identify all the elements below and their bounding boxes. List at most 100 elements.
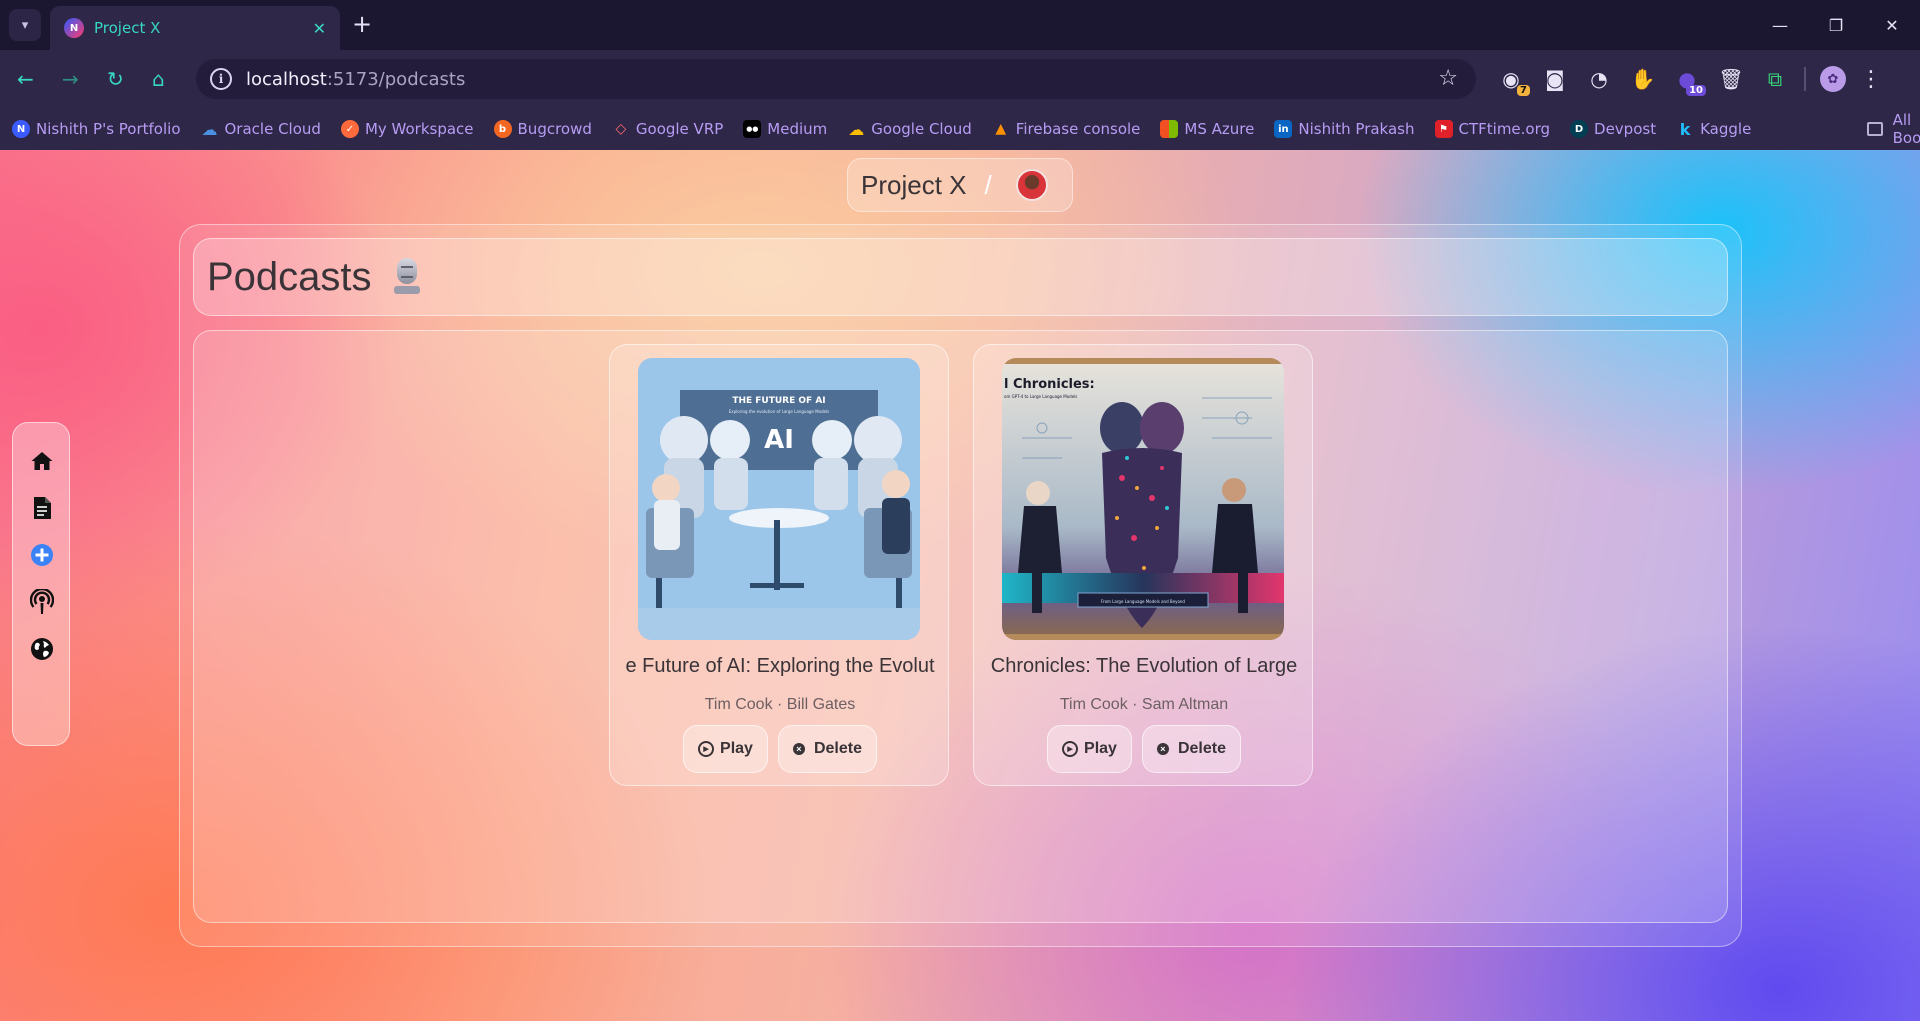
close-window-button[interactable]: ✕ [1864,0,1920,50]
puzzle-icon[interactable]: ⧉ [1760,62,1790,96]
bookmark-item[interactable]: b Bugcrowd [493,120,592,138]
forward-button[interactable]: → [62,67,79,91]
close-circle-icon: × [792,743,805,755]
podcast-actions: ▶ Play × Delete [974,725,1312,773]
delete-button[interactable]: × Delete [1141,725,1241,773]
tab-favicon-icon: N [64,18,84,38]
play-button[interactable]: ▶ Play [1047,725,1132,773]
devpost-icon: D [1570,120,1589,138]
bookmark-label: Oracle Cloud [224,120,321,138]
document-icon [34,497,51,519]
speedometer-icon[interactable]: ◔ [1584,62,1614,96]
bookmark-item[interactable]: ◇ Google VRP [612,120,724,138]
window-controls: — ❐ ✕ [1752,0,1920,50]
delete-label: Delete [1177,740,1226,757]
play-icon: ▶ [1062,741,1079,757]
bookmark-star-icon[interactable]: ☆ [1438,66,1458,91]
play-label: Play [1084,740,1117,757]
browser-tab[interactable]: N Project X ✕ [50,6,340,50]
bookmark-label: Google Cloud [871,120,972,138]
podcast-title: e Future of AI: Exploring the Evolut [610,655,948,678]
sidebar-item-podcasts[interactable] [13,582,71,622]
new-tab-button[interactable]: + [352,10,372,38]
bookmark-label: Nishith P's Portfolio [36,120,181,138]
sidebar-nav [12,422,70,746]
bookmark-item[interactable]: ✓ My Workspace [340,120,474,138]
close-circle-icon: × [1156,743,1169,755]
bookmark-item[interactable]: N Nishith P's Portfolio [12,120,181,138]
google-vrp-icon: ◇ [615,121,627,137]
reload-button[interactable]: ↻ [107,67,124,91]
browser-menu-icon[interactable]: ⋮ [1860,67,1882,92]
trash-icon[interactable]: 🗑 [1716,62,1746,96]
browser-tab-bar: ▾ N Project X ✕ + — ❐ ✕ [0,0,1920,50]
bookmark-label: Firebase console [1015,120,1141,138]
extension-clock-icon[interactable]: ◉ 7 [1496,62,1530,96]
tab-close-icon[interactable]: ✕ [313,19,326,38]
breadcrumb-separator: / [984,169,992,200]
page-title: Podcasts [207,254,372,299]
cover-subtitle-text: om GPT-4 to Large Language Models [1004,394,1077,399]
sidebar-item-home[interactable] [13,441,71,481]
extension-badge: 10 [1686,85,1706,96]
url-host: localhost [246,68,327,90]
all-bookmarks-label: All Bookmarks [1892,111,1920,147]
bookmark-label: Medium [767,120,828,138]
home-button[interactable]: ⌂ [152,67,165,91]
site-info-icon[interactable]: i [210,68,232,90]
extension-purple-icon[interactable]: ● 10 [1672,62,1706,96]
cover-title-text: THE FUTURE OF AI [732,396,825,406]
add-circle-icon [31,544,53,566]
user-avatar[interactable] [1015,169,1048,201]
all-bookmarks-button[interactable]: All Bookmarks [1867,111,1920,147]
bookmark-item[interactable]: in Nishith Prakash [1274,120,1415,138]
address-bar[interactable]: i localhost:5173/podcasts ☆ [196,59,1476,99]
bookmark-item[interactable]: ▲ Firebase console [992,120,1141,138]
bookmark-label: Kaggle [1700,120,1752,138]
podcast-cover-image[interactable]: THE FUTURE OF AI Exploring the evolution… [638,358,920,640]
portfolio-icon: N [12,120,30,138]
bookmark-item[interactable]: ☁ Oracle Cloud [201,120,321,139]
bookmark-item[interactable]: k Kaggle [1676,119,1752,139]
cover-subtitle-text: Exploring the evolution of Large Languag… [729,409,830,414]
page-header: Podcasts [193,238,1728,316]
main-panel: Podcasts THE FUTURE OF AI Exploring the … [179,224,1742,947]
ctftime-icon: ⚑ [1434,120,1453,138]
sidebar-item-documents[interactable] [13,488,71,528]
workspace-icon: ✓ [340,120,359,138]
bookmark-item[interactable]: ⚑ CTFtime.org [1434,120,1551,138]
podcast-cover-image[interactable]: l Chronicles: om GPT-4 to Large Language… [1002,358,1284,640]
podcast-icon [30,589,54,614]
globe-icon [31,638,53,660]
minimize-button[interactable]: — [1752,0,1808,50]
podcast-card: THE FUTURE OF AI Exploring the evolution… [609,344,949,786]
back-button[interactable]: ← [17,67,34,91]
bookmark-item[interactable]: ☁ Google Cloud [847,120,972,139]
bookmark-label: Bugcrowd [517,120,592,138]
play-label: Play [720,740,753,757]
play-button[interactable]: ▶ Play [683,725,768,773]
toolbar-divider [1804,67,1806,91]
camera-icon[interactable]: ◙ [1540,62,1570,96]
delete-button[interactable]: × Delete [777,725,877,773]
cover-badge-text: AI [764,425,794,455]
sidebar-item-create[interactable] [13,535,71,575]
hand-stop-icon[interactable]: ✋ [1628,62,1658,96]
medium-icon: ●● [743,120,762,138]
bookmark-item[interactable]: ●● Medium [743,120,827,138]
firebase-icon: ▲ [995,121,1007,137]
podcast-title: Chronicles: The Evolution of Large [974,655,1312,678]
bookmark-label: Nishith Prakash [1298,120,1415,138]
bookmark-label: CTFtime.org [1458,120,1551,138]
profile-avatar[interactable]: ✿ [1820,66,1846,92]
cover-caption-text: From Large Language Models and Beyond [1101,599,1185,604]
folder-icon [1867,122,1883,136]
bookmark-item[interactable]: D Devpost [1570,120,1656,138]
tab-search-button[interactable]: ▾ [9,9,41,41]
breadcrumb-project[interactable]: Project X [861,170,967,201]
delete-label: Delete [813,740,862,757]
restore-button[interactable]: ❐ [1808,0,1864,50]
sidebar-item-explore[interactable] [13,629,71,669]
bookmark-item[interactable]: MS Azure [1160,120,1254,138]
kaggle-icon: k [1679,119,1691,139]
